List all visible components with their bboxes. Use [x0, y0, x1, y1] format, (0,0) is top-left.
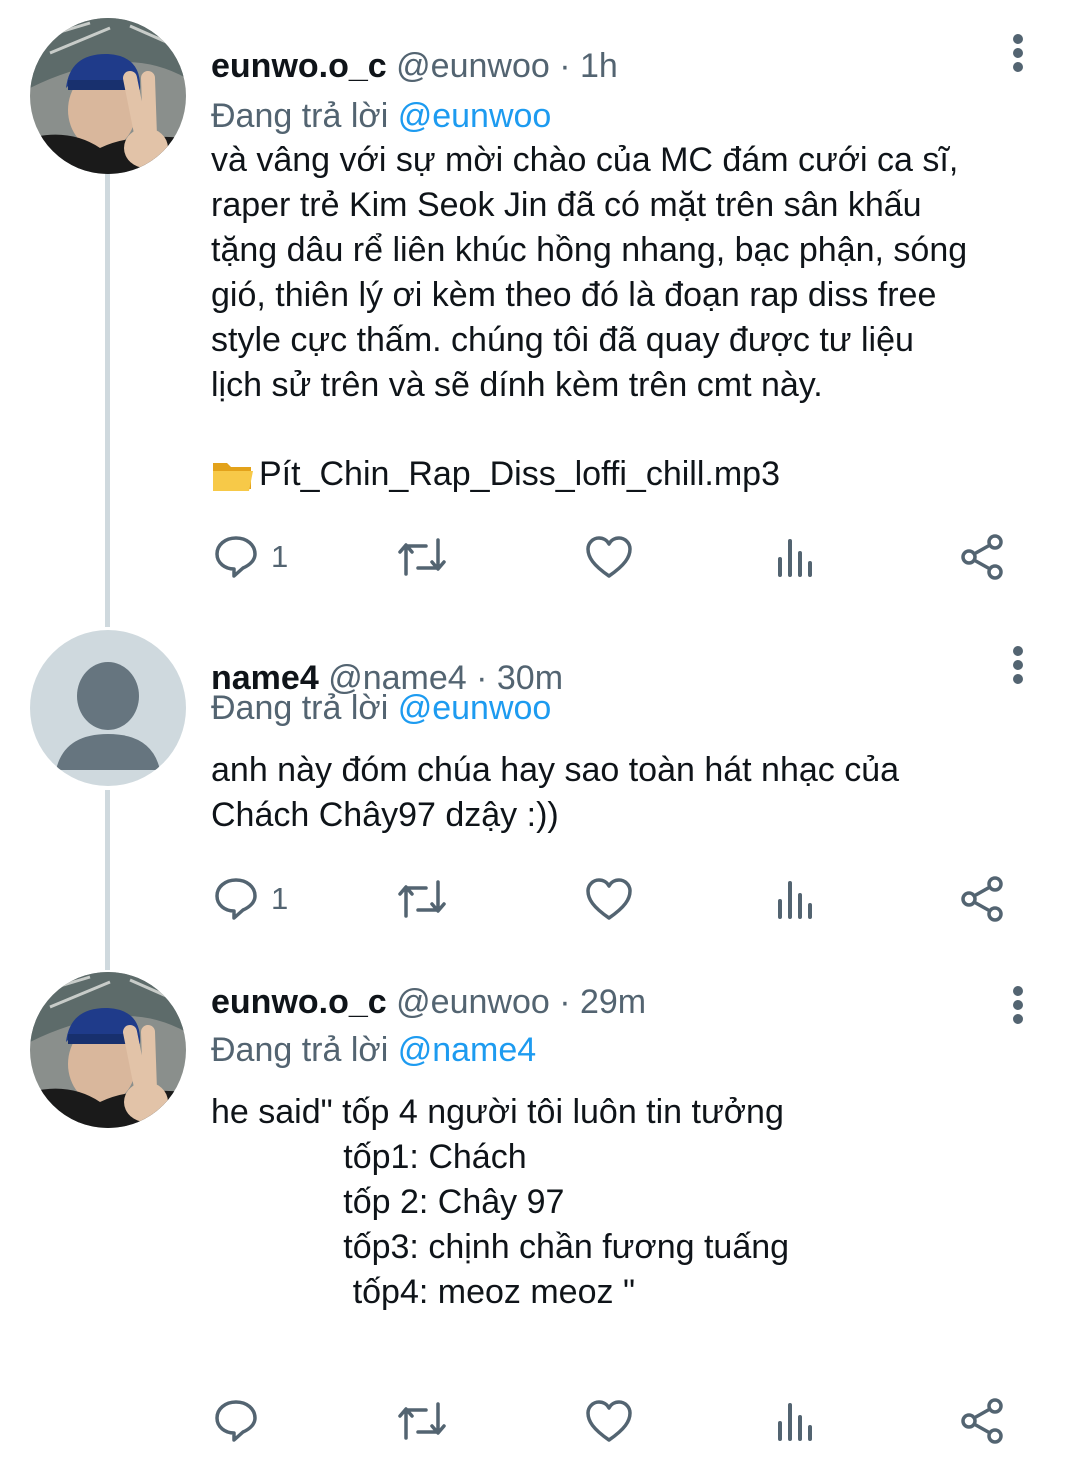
- more-icon: [1013, 34, 1023, 44]
- avatar[interactable]: [30, 18, 186, 174]
- tweet-header: eunwo.o_c @eunwoo · 29m: [211, 980, 646, 1024]
- tweet-actions: 1: [0, 874, 1080, 924]
- tweet[interactable]: name4 @name4 · 30m Đang trả lời @eunwoo …: [0, 630, 1080, 950]
- tweet[interactable]: eunwo.o_c @eunwoo · 1h Đang trả lời @eun…: [0, 18, 1080, 608]
- like-icon: [585, 535, 633, 579]
- mention-link[interactable]: @eunwoo: [398, 97, 552, 135]
- views-button[interactable]: [776, 532, 816, 582]
- reply-button[interactable]: 1: [213, 532, 288, 582]
- retweet-icon: [396, 876, 448, 922]
- more-icon: [1013, 986, 1023, 996]
- share-icon: [959, 1397, 1007, 1445]
- share-icon: [959, 533, 1007, 581]
- retweet-icon: [396, 1398, 448, 1444]
- reply-button[interactable]: 1: [213, 874, 288, 924]
- attachment-link[interactable]: Pít_Chin_Rap_Diss_loffi_chill.mp3: [211, 452, 780, 497]
- tweet-header: eunwo.o_c @eunwoo · 1h: [211, 44, 618, 88]
- share-button[interactable]: [959, 532, 1007, 582]
- tweet-text: anh này đóm chúa hay sao toàn hát nhạc c…: [211, 751, 900, 834]
- replying-to: Đang trả lời @eunwoo: [211, 689, 552, 727]
- replying-to: Đang trả lời @name4: [211, 1031, 537, 1069]
- avatar[interactable]: [30, 972, 186, 1128]
- reply-icon: [213, 1398, 259, 1444]
- share-button[interactable]: [959, 1396, 1007, 1446]
- like-button[interactable]: [585, 874, 633, 924]
- more-options-button[interactable]: [998, 980, 1038, 1030]
- tweet[interactable]: eunwo.o_c @eunwoo · 29m Đang trả lời @na…: [0, 972, 1080, 1452]
- views-button[interactable]: [776, 1396, 816, 1446]
- retweet-icon: [396, 534, 448, 580]
- views-icon: [776, 1399, 816, 1443]
- attachment-filename: Pít_Chin_Rap_Diss_loffi_chill.mp3: [259, 455, 780, 493]
- tweet-actions: 1: [0, 532, 1080, 582]
- reply-icon: [213, 876, 259, 922]
- mention-link[interactable]: @name4: [398, 1031, 536, 1069]
- handle-and-time: @eunwoo · 1h: [396, 47, 618, 85]
- avatar[interactable]: [30, 630, 186, 786]
- reply-icon: [213, 534, 259, 580]
- display-name[interactable]: eunwo.o_c: [211, 983, 387, 1021]
- retweet-button[interactable]: [396, 1396, 448, 1446]
- handle-and-time: @eunwoo · 29m: [396, 983, 647, 1021]
- replying-to: Đang trả lời @eunwoo: [211, 97, 552, 135]
- views-button[interactable]: [776, 874, 816, 924]
- tweet-actions: [0, 1396, 1080, 1446]
- like-icon: [585, 877, 633, 921]
- tweet-text: he said" tốp 4 người tôi luôn tin tưởng …: [211, 1093, 790, 1311]
- share-icon: [959, 875, 1007, 923]
- share-button[interactable]: [959, 874, 1007, 924]
- reply-button[interactable]: [213, 1396, 271, 1446]
- more-options-button[interactable]: [998, 640, 1038, 690]
- more-icon: [1013, 646, 1023, 656]
- like-button[interactable]: [585, 1396, 633, 1446]
- views-icon: [776, 535, 816, 579]
- tweet-text: và vâng với sự mời chào của MC đám cưới …: [211, 141, 968, 404]
- retweet-button[interactable]: [396, 532, 448, 582]
- display-name[interactable]: eunwo.o_c: [211, 47, 387, 85]
- more-options-button[interactable]: [998, 28, 1038, 78]
- views-icon: [776, 877, 816, 921]
- like-icon: [585, 1399, 633, 1443]
- like-button[interactable]: [585, 532, 633, 582]
- mention-link[interactable]: @eunwoo: [398, 689, 552, 727]
- reply-count: 1: [271, 539, 289, 574]
- reply-count: 1: [271, 881, 289, 916]
- folder-icon: [211, 457, 255, 493]
- retweet-button[interactable]: [396, 874, 448, 924]
